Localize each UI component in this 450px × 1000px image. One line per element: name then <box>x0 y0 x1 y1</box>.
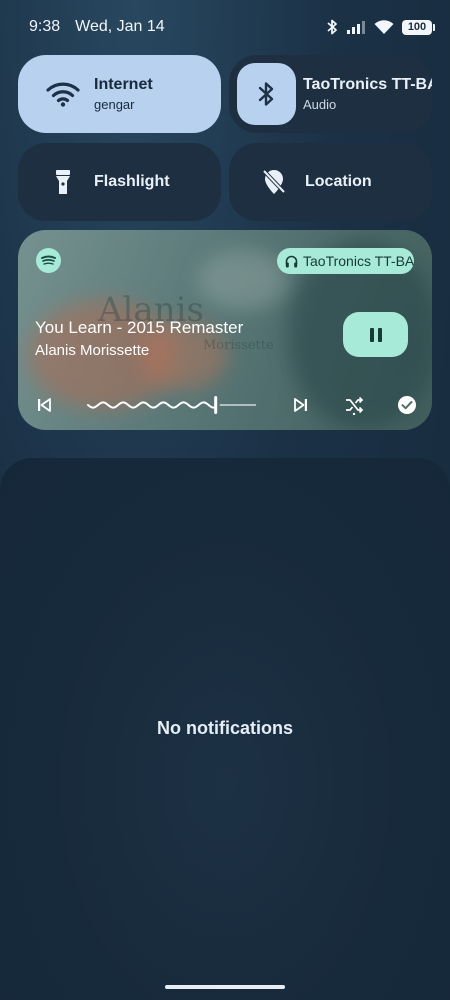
wifi-icon <box>32 63 94 125</box>
status-date: Wed, Jan 14 <box>75 18 165 35</box>
bluetooth-icon[interactable] <box>237 63 296 125</box>
wifi-icon <box>374 19 394 35</box>
seek-bar-thumb[interactable] <box>214 396 218 414</box>
empty-notifications-message: No notifications <box>157 718 293 738</box>
status-bar: 9:38 Wed, Jan 14 100 <box>0 0 450 54</box>
song-artist: Alanis Morissette <box>35 342 150 359</box>
check-circle-icon <box>398 396 416 414</box>
internet-tile[interactable]: Internet gengar <box>18 55 221 133</box>
output-device-label: TaoTronics TT-BA <box>303 253 414 269</box>
flashlight-title: Flashlight <box>94 173 170 190</box>
media-player-card[interactable]: Alanis Morissette TaoTronics TT-BA You L… <box>18 230 432 430</box>
shuffle-icon <box>346 396 364 415</box>
internet-title: Internet <box>94 76 153 93</box>
location-off-icon <box>243 151 305 213</box>
battery-level: 100 <box>407 21 427 33</box>
pause-button[interactable] <box>343 312 408 357</box>
next-track-button[interactable] <box>289 393 313 417</box>
bluetooth-icon <box>326 19 338 35</box>
output-device-chip[interactable]: TaoTronics TT-BA <box>277 248 414 274</box>
location-title: Location <box>305 173 372 190</box>
headphones-icon <box>285 255 298 267</box>
spotify-icon <box>36 248 61 273</box>
internet-subtitle: gengar <box>94 97 135 112</box>
battery-icon: 100 <box>402 19 435 35</box>
flashlight-tile[interactable]: Flashlight <box>18 143 221 221</box>
signal-icon <box>346 20 366 35</box>
status-time: 9:38 <box>29 18 61 35</box>
location-tile[interactable]: Location <box>229 143 432 221</box>
save-to-library-button[interactable] <box>395 393 419 417</box>
shuffle-button[interactable] <box>342 393 366 417</box>
notification-panel: No notifications <box>0 458 450 1000</box>
bluetooth-title: TaoTronics TT-BA <box>302 76 432 93</box>
skip-previous-icon <box>38 398 51 412</box>
previous-track-button[interactable] <box>32 393 56 417</box>
bluetooth-subtitle: Audio <box>302 97 337 112</box>
home-indicator[interactable] <box>165 985 285 989</box>
seek-bar[interactable] <box>86 393 258 417</box>
status-icons: 100 <box>326 19 435 35</box>
pause-icon <box>369 327 382 342</box>
skip-next-icon <box>294 398 307 412</box>
song-title: You Learn - 2015 Remaster <box>35 318 244 337</box>
seek-bar-played <box>87 401 216 409</box>
bluetooth-tile[interactable]: TaoTronics TT-BA Audio <box>229 55 432 133</box>
flashlight-icon <box>32 151 94 213</box>
